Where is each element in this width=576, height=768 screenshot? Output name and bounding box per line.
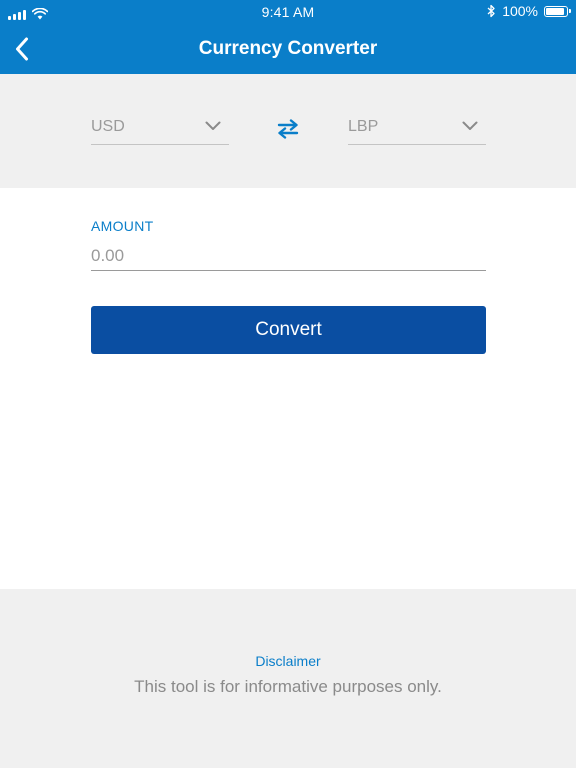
amount-label: AMOUNT — [91, 218, 154, 234]
status-right-group: 100% — [487, 3, 571, 19]
disclaimer-footer: Disclaimer This tool is for informative … — [0, 589, 576, 768]
to-currency-value: LBP — [348, 118, 379, 135]
battery-icon — [544, 5, 571, 17]
swap-arrows-icon — [277, 119, 299, 139]
navigation-bar: Currency Converter — [0, 24, 576, 74]
bluetooth-icon — [487, 4, 495, 18]
disclaimer-text: This tool is for informative purposes on… — [134, 677, 442, 696]
battery-level-fill — [546, 7, 564, 15]
currency-selection-band: USD LBP — [0, 74, 576, 188]
page-title: Currency Converter — [198, 38, 378, 59]
status-bar: 9:41 AM 100% — [0, 0, 576, 24]
swap-currencies-button[interactable] — [276, 118, 300, 140]
disclaimer-title: Disclaimer — [255, 653, 321, 669]
to-currency-select[interactable]: LBP — [348, 114, 486, 145]
convert-button[interactable]: Convert — [91, 306, 486, 354]
amount-input[interactable] — [91, 242, 486, 271]
chevron-down-icon — [205, 121, 221, 130]
chevron-down-icon — [462, 121, 478, 130]
currency-converter-screen: 9:41 AM 100% Currency Converter USD LBP … — [0, 0, 576, 768]
battery-percentage: 100% — [502, 3, 538, 19]
from-currency-select[interactable]: USD — [91, 114, 229, 145]
from-currency-value: USD — [91, 118, 125, 135]
